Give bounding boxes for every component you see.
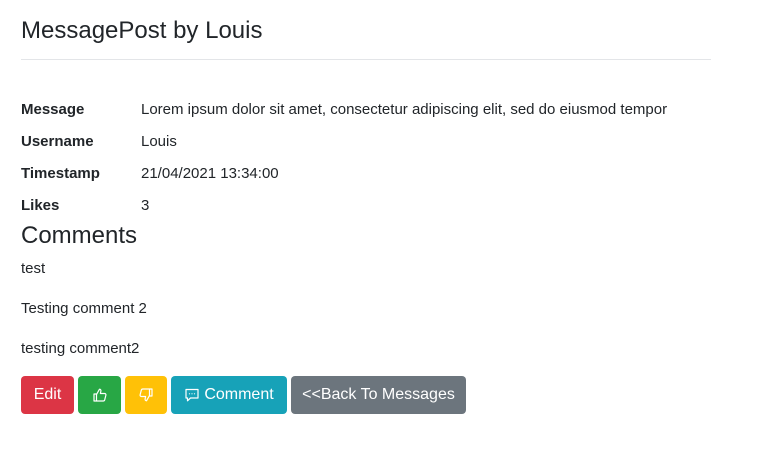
detail-row-likes: Likes 3 xyxy=(21,189,721,221)
detail-value: Lorem ipsum dolor sit amet, consectetur … xyxy=(141,100,668,118)
action-bar: Edit Comment <<Back To Messages xyxy=(21,376,466,414)
title-divider xyxy=(21,59,711,60)
detail-row-username: Username Louis xyxy=(21,125,721,157)
chat-dots-icon xyxy=(184,387,200,403)
detail-label: Timestamp xyxy=(21,164,100,182)
detail-value: 3 xyxy=(141,196,150,214)
detail-label: Username xyxy=(21,132,94,150)
detail-label: Message xyxy=(21,100,85,118)
dislike-button[interactable] xyxy=(125,376,167,414)
edit-button[interactable]: Edit xyxy=(21,376,74,414)
comment-item: testing comment2 xyxy=(21,340,140,357)
comment-button-label: Comment xyxy=(204,386,274,403)
back-to-messages-button[interactable]: <<Back To Messages xyxy=(291,376,466,414)
comment-item: test xyxy=(21,260,46,277)
detail-row-timestamp: Timestamp 21/04/2021 13:34:00 xyxy=(21,157,721,189)
thumbs-down-icon xyxy=(138,387,154,403)
detail-value: Louis xyxy=(141,132,177,150)
thumbs-up-icon xyxy=(92,387,108,403)
detail-label: Likes xyxy=(21,196,60,214)
message-details: Message Lorem ipsum dolor sit amet, cons… xyxy=(21,93,721,221)
comments-heading: Comments xyxy=(21,222,138,249)
detail-value: 21/04/2021 13:34:00 xyxy=(141,164,279,182)
like-button[interactable] xyxy=(78,376,121,414)
page-title: MessagePost by Louis xyxy=(21,17,263,44)
comment-item: Testing comment 2 xyxy=(21,300,147,317)
detail-row-message: Message Lorem ipsum dolor sit amet, cons… xyxy=(21,93,721,125)
comment-button[interactable]: Comment xyxy=(171,376,287,414)
